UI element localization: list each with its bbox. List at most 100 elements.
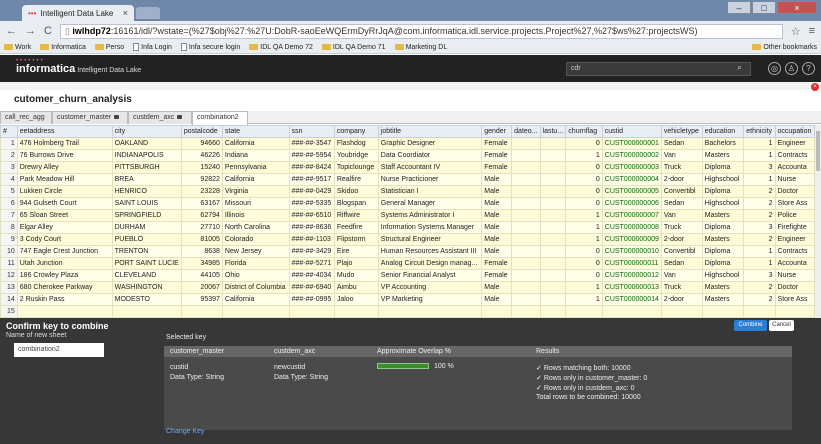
table-cell[interactable]: Staff Accountant IV xyxy=(377,161,483,174)
table-cell[interactable]: Male xyxy=(481,197,513,210)
table-cell[interactable]: ###-##-0429 xyxy=(288,185,335,198)
table-cell[interactable]: MODESTO xyxy=(111,293,182,306)
table-cell[interactable]: 0 xyxy=(565,137,603,150)
table-cell[interactable]: 1 xyxy=(743,245,776,258)
table-cell[interactable]: New Jersey xyxy=(221,245,290,258)
table-cell[interactable]: Female xyxy=(481,149,513,162)
table-cell[interactable]: OAKLAND xyxy=(111,137,182,150)
column-header[interactable]: vehicletype xyxy=(660,125,703,138)
table-cell[interactable]: 7 xyxy=(0,209,18,222)
table-cell[interactable]: 0 xyxy=(565,197,603,210)
table-cell[interactable]: BREA xyxy=(111,173,182,186)
table-cell[interactable]: 680 Cherokee Parkway xyxy=(16,281,113,294)
table-cell[interactable]: Aimbu xyxy=(333,281,379,294)
column-header[interactable]: occupation xyxy=(774,125,815,138)
tab-call-rec-agg[interactable]: call_rec_agg xyxy=(0,111,52,124)
column-header[interactable]: company xyxy=(333,125,379,138)
table-cell[interactable] xyxy=(539,173,567,186)
table-cell[interactable]: 14 xyxy=(0,293,18,306)
table-cell[interactable]: 2 xyxy=(743,281,776,294)
table-cell[interactable]: 8 xyxy=(0,221,18,234)
table-cell[interactable]: DURHAM xyxy=(111,221,182,234)
table-row[interactable]: 5 Lukken Circle HENRICO 23228 Virginia ###-##… xyxy=(0,185,815,198)
table-cell[interactable]: 1 xyxy=(565,281,603,294)
table-cell[interactable] xyxy=(511,185,541,198)
table-cell[interactable]: Diploma xyxy=(701,221,745,234)
table-cell[interactable] xyxy=(511,293,541,306)
table-cell[interactable] xyxy=(377,305,483,318)
table-cell[interactable]: ###-##-0995 xyxy=(288,293,335,306)
table-cell[interactable]: Masters xyxy=(701,233,745,246)
table-cell[interactable]: 6 xyxy=(0,197,18,210)
table-cell[interactable]: Diploma xyxy=(701,161,745,174)
table-cell[interactable]: 0 xyxy=(565,161,603,174)
table-cell[interactable]: 81005 xyxy=(180,233,223,246)
table-cell[interactable]: CUST000000006 xyxy=(601,197,662,210)
table-cell[interactable]: California xyxy=(221,293,290,306)
table-cell[interactable] xyxy=(539,161,567,174)
table-cell[interactable]: ###-##-5335 xyxy=(288,197,335,210)
tab-combination2[interactable]: combination2 xyxy=(192,111,248,125)
table-cell[interactable] xyxy=(539,281,567,294)
table-cell[interactable]: Convertibl xyxy=(660,185,703,198)
table-cell[interactable] xyxy=(221,305,290,318)
table-cell[interactable]: 34985 xyxy=(180,257,223,270)
table-row[interactable]: 4 Park Meadow Hill BREA 92822 California ###-… xyxy=(0,173,815,186)
table-cell[interactable]: 9 xyxy=(0,233,18,246)
table-cell[interactable] xyxy=(539,257,567,270)
table-cell[interactable]: ###-##-6510 xyxy=(288,209,335,222)
table-cell[interactable]: CLEVELAND xyxy=(111,269,182,282)
column-header[interactable]: lastu... xyxy=(539,125,567,138)
table-cell[interactable]: 46226 xyxy=(180,149,223,162)
table-cell[interactable] xyxy=(511,161,541,174)
table-cell[interactable]: CUST000000004 xyxy=(601,173,662,186)
table-row[interactable]: 3 Drewry Alley PITTSBURGH 15240 Pennsylvania… xyxy=(0,161,815,174)
table-cell[interactable]: CUST000000007 xyxy=(601,209,662,222)
table-cell[interactable]: VP Accounting xyxy=(377,281,483,294)
table-cell[interactable]: Diploma xyxy=(701,257,745,270)
column-header[interactable]: state xyxy=(221,125,290,138)
column-header[interactable]: churnflag xyxy=(565,125,603,138)
maximize-button[interactable]: □ xyxy=(752,1,776,14)
table-cell[interactable]: CUST000000014 xyxy=(601,293,662,306)
bookmark-informatica[interactable]: Informatica xyxy=(40,44,86,51)
table-cell[interactable]: California xyxy=(221,173,290,186)
table-cell[interactable]: Illinois xyxy=(221,209,290,222)
bookmark-idl-qa-demo-72[interactable]: IDL QA Demo 72 xyxy=(249,44,313,51)
table-cell[interactable]: 1 xyxy=(743,173,776,186)
table-cell[interactable]: Colorado xyxy=(221,233,290,246)
star-icon[interactable]: ☆ xyxy=(791,25,801,38)
table-cell[interactable]: 94660 xyxy=(180,137,223,150)
table-cell[interactable]: Accounta xyxy=(774,161,815,174)
close-project-icon[interactable]: × xyxy=(811,83,819,91)
bookmark-infa-secure-login[interactable]: Infa secure login xyxy=(180,43,240,51)
table-cell[interactable]: Female xyxy=(481,269,513,282)
table-cell[interactable]: CUST000000001 xyxy=(601,137,662,150)
table-cell[interactable] xyxy=(511,281,541,294)
table-cell[interactable]: ###-##-8636 xyxy=(288,221,335,234)
table-cell[interactable] xyxy=(481,305,513,318)
table-cell[interactable]: Bachelors xyxy=(701,137,745,150)
table-cell[interactable]: Contracts xyxy=(774,149,815,162)
table-cell[interactable]: 63167 xyxy=(180,197,223,210)
table-cell[interactable]: 1 xyxy=(565,149,603,162)
table-cell[interactable]: Engineer xyxy=(774,233,815,246)
table-cell[interactable] xyxy=(111,305,182,318)
table-cell[interactable]: 2-door xyxy=(660,233,703,246)
table-cell[interactable]: Masters xyxy=(701,149,745,162)
bookmark-infa-login[interactable]: Infa Login xyxy=(133,43,172,51)
table-cell[interactable]: 3 xyxy=(743,269,776,282)
table-cell[interactable]: HENRICO xyxy=(111,185,182,198)
table-cell[interactable]: 1 xyxy=(743,137,776,150)
other-bookmarks[interactable]: Other bookmarks xyxy=(752,44,817,51)
scrollbar-thumb[interactable] xyxy=(816,131,820,171)
table-cell[interactable]: Sedan xyxy=(660,197,703,210)
table-cell[interactable] xyxy=(180,305,223,318)
table-cell[interactable]: Truck xyxy=(660,161,703,174)
tab-customer-master[interactable]: customer_master xyxy=(52,111,128,124)
table-cell[interactable]: Information Systems Manager xyxy=(377,221,483,234)
table-cell[interactable]: Van xyxy=(660,209,703,222)
table-cell[interactable]: ###-##-5954 xyxy=(288,149,335,162)
table-cell[interactable]: 1 xyxy=(565,233,603,246)
table-cell[interactable]: Virginia xyxy=(221,185,290,198)
